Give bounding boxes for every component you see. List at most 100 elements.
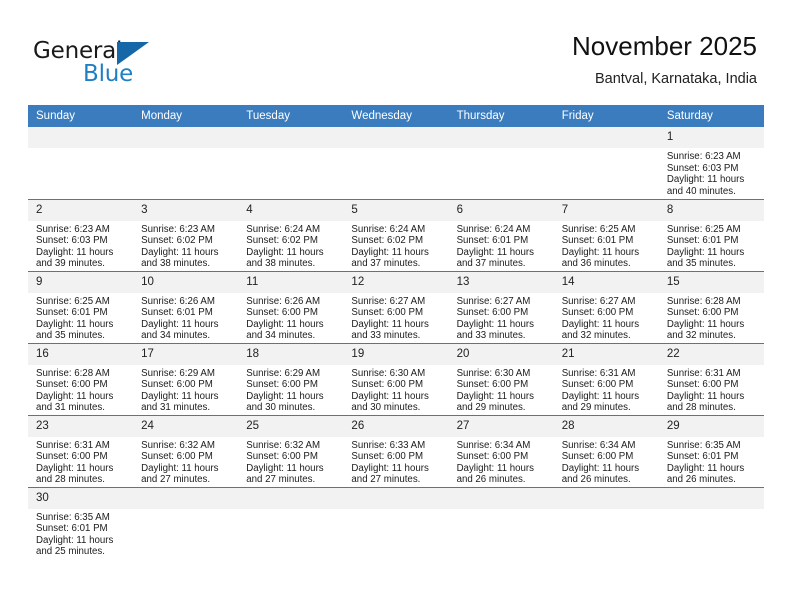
calendar-day-cell[interactable]: 2 Sunrise: 6:23 AM Sunset: 6:03 PM Daylight… xyxy=(28,199,134,272)
day-info-line: Daylight: 11 hours xyxy=(246,246,324,258)
calendar-day-cell[interactable]: 12 Sunrise: 6:27 AM Sunset: 6:00 PM Dayligh… xyxy=(343,271,449,344)
calendar-day-cell[interactable]: 4 Sunrise: 6:24 AM Sunset: 6:02 PM Daylight… xyxy=(238,199,344,272)
day-info-line: and 39 minutes. xyxy=(36,258,105,270)
day-sun-info: Sunrise: 6:29 AM Sunset: 6:00 PM Daylight:… xyxy=(238,365,343,414)
day-number: 3 xyxy=(133,199,239,221)
day-number: 17 xyxy=(133,343,239,365)
day-sun-info: Sunrise: 6:27 AM Sunset: 6:00 PM Daylight:… xyxy=(449,293,554,342)
calendar-day-cell[interactable]: 25 Sunrise: 6:32 AM Sunset: 6:00 PM Dayligh… xyxy=(238,415,344,488)
day-info-line: and 28 minutes. xyxy=(36,474,105,486)
day-sun-info: Sunrise: 6:35 AM Sunset: 6:01 PM Daylight:… xyxy=(28,509,133,558)
day-number: 26 xyxy=(343,415,449,437)
day-info-line: Sunset: 6:00 PM xyxy=(561,307,634,319)
general-blue-logo[interactable]: General Blue xyxy=(33,38,233,90)
day-info-line: Sunrise: 6:27 AM xyxy=(561,295,636,307)
day-info-line: and 35 minutes. xyxy=(36,330,105,342)
calendar-empty-cell xyxy=(133,487,239,559)
day-info-line: Daylight: 11 hours xyxy=(351,318,429,330)
calendar-day-cell[interactable]: 28 Sunrise: 6:34 AM Sunset: 6:00 PM Dayligh… xyxy=(553,415,659,488)
day-info-line: Daylight: 11 hours xyxy=(561,246,640,258)
calendar-day-cell[interactable]: 22 Sunrise: 6:31 AM Sunset: 6:00 PM Dayligh… xyxy=(658,343,764,416)
day-info-line: Sunrise: 6:31 AM xyxy=(561,367,636,379)
day-info-line: Daylight: 11 hours xyxy=(666,318,745,330)
calendar-day-cell[interactable]: 9 Sunrise: 6:25 AM Sunset: 6:01 PM Daylight… xyxy=(28,271,134,344)
day-number: 15 xyxy=(658,271,764,293)
calendar-day-cell[interactable]: 27 Sunrise: 6:34 AM Sunset: 6:00 PM Dayligh… xyxy=(448,415,554,488)
calendar-day-cell[interactable]: 3 Sunrise: 6:23 AM Sunset: 6:02 PM Daylight… xyxy=(133,199,239,272)
day-sun-info: Sunrise: 6:26 AM Sunset: 6:01 PM Daylight:… xyxy=(133,293,238,342)
sunrise-sunset-calendar: Sunday Monday Tuesday Wednesday Thursday… xyxy=(28,105,764,559)
day-sun-info: Sunrise: 6:33 AM Sunset: 6:00 PM Daylight:… xyxy=(343,437,448,486)
calendar-day-cell[interactable]: 26 Sunrise: 6:33 AM Sunset: 6:00 PM Dayligh… xyxy=(343,415,449,488)
weekday-header-monday: Monday xyxy=(133,105,239,127)
calendar-day-cell[interactable]: 10 Sunrise: 6:26 AM Sunset: 6:01 PM Dayligh… xyxy=(133,271,239,344)
calendar-day-cell[interactable]: 15 Sunrise: 6:28 AM Sunset: 6:00 PM Dayligh… xyxy=(658,271,764,344)
day-sun-info: Sunrise: 6:24 AM Sunset: 6:01 PM Daylight:… xyxy=(449,221,554,270)
calendar-day-cell[interactable]: 16 Sunrise: 6:28 AM Sunset: 6:00 PM Dayligh… xyxy=(28,343,134,416)
day-sun-info: Sunrise: 6:23 AM Sunset: 6:03 PM Daylight:… xyxy=(28,221,133,270)
day-sun-info: Sunrise: 6:34 AM Sunset: 6:00 PM Daylight:… xyxy=(449,437,554,486)
calendar-week-row: 23 Sunrise: 6:31 AM Sunset: 6:00 PM Dayligh… xyxy=(28,415,764,488)
calendar-day-cell[interactable]: 24 Sunrise: 6:32 AM Sunset: 6:00 PM Dayligh… xyxy=(133,415,239,488)
calendar-day-cell[interactable]: 18 Sunrise: 6:29 AM Sunset: 6:00 PM Dayligh… xyxy=(238,343,344,416)
day-number xyxy=(448,127,554,148)
day-sun-info: Sunrise: 6:24 AM Sunset: 6:02 PM Daylight:… xyxy=(238,221,343,270)
calendar-week-row: 30 Sunrise: 6:35 AM Sunset: 6:01 PM Dayligh… xyxy=(28,487,764,559)
day-number: 10 xyxy=(133,271,239,293)
calendar-empty-cell xyxy=(343,127,449,200)
calendar-day-cell[interactable]: 11 Sunrise: 6:26 AM Sunset: 6:00 PM Dayligh… xyxy=(238,271,344,344)
calendar-empty-cell xyxy=(553,487,659,559)
day-info-line: Sunrise: 6:28 AM xyxy=(666,295,741,307)
day-info-line: Sunrise: 6:33 AM xyxy=(351,439,426,451)
day-info-line: Sunset: 6:00 PM xyxy=(36,451,108,463)
calendar-day-cell[interactable]: 5 Sunrise: 6:24 AM Sunset: 6:02 PM Daylight… xyxy=(343,199,449,272)
day-info-line: and 33 minutes. xyxy=(351,330,421,342)
calendar-day-cell[interactable]: 8 Sunrise: 6:25 AM Sunset: 6:01 PM Daylight… xyxy=(658,199,764,272)
calendar-empty-cell xyxy=(343,487,449,559)
day-sun-info: Sunrise: 6:25 AM Sunset: 6:01 PM Daylight:… xyxy=(28,293,133,342)
calendar-day-cell[interactable]: 20 Sunrise: 6:30 AM Sunset: 6:00 PM Dayligh… xyxy=(448,343,554,416)
day-info-line: Sunrise: 6:28 AM xyxy=(36,367,110,379)
day-sun-info: Sunrise: 6:31 AM Sunset: 6:00 PM Daylight:… xyxy=(28,437,133,486)
day-sun-info: Sunrise: 6:23 AM Sunset: 6:02 PM Daylight:… xyxy=(133,221,238,270)
day-number: 14 xyxy=(553,271,659,293)
calendar-day-cell[interactable]: 21 Sunrise: 6:31 AM Sunset: 6:00 PM Dayligh… xyxy=(553,343,659,416)
day-info-line: Daylight: 11 hours xyxy=(351,462,429,474)
day-info-line: Daylight: 11 hours xyxy=(36,246,114,258)
calendar-day-cell[interactable]: 7 Sunrise: 6:25 AM Sunset: 6:01 PM Daylight… xyxy=(553,199,659,272)
day-info-line: Sunrise: 6:34 AM xyxy=(456,439,531,451)
day-number: 19 xyxy=(343,343,449,365)
day-number: 6 xyxy=(448,199,554,221)
day-info-line: Sunrise: 6:26 AM xyxy=(246,295,321,307)
day-info-line: and 27 minutes. xyxy=(351,474,421,486)
day-info-line: Sunset: 6:02 PM xyxy=(141,235,213,247)
day-info-line: and 29 minutes. xyxy=(561,402,631,414)
page-title: November 2025 xyxy=(572,31,757,61)
weekday-header-friday: Friday xyxy=(553,105,659,127)
day-info-line: and 36 minutes. xyxy=(561,258,631,270)
calendar-week-row: 9 Sunrise: 6:25 AM Sunset: 6:01 PM Daylight… xyxy=(28,271,764,344)
day-info-line: Daylight: 11 hours xyxy=(246,390,324,402)
calendar-day-cell[interactable]: 29 Sunrise: 6:35 AM Sunset: 6:01 PM Dayligh… xyxy=(658,415,764,488)
calendar-day-cell[interactable]: 19 Sunrise: 6:30 AM Sunset: 6:00 PM Dayligh… xyxy=(343,343,449,416)
day-info-line: Daylight: 11 hours xyxy=(141,462,219,474)
weekday-header-saturday: Saturday xyxy=(658,105,764,127)
page-header: General Blue November 2025 Bantval, Karn… xyxy=(0,0,792,104)
day-info-line: Sunrise: 6:24 AM xyxy=(246,223,321,235)
day-info-line: Sunset: 6:00 PM xyxy=(141,379,213,391)
day-number xyxy=(553,487,659,509)
calendar-day-cell[interactable]: 6 Sunrise: 6:24 AM Sunset: 6:01 PM Daylight… xyxy=(448,199,554,272)
calendar-day-cell[interactable]: 23 Sunrise: 6:31 AM Sunset: 6:00 PM Dayligh… xyxy=(28,415,134,488)
day-info-line: and 33 minutes. xyxy=(456,330,526,342)
calendar-day-cell[interactable]: 30 Sunrise: 6:35 AM Sunset: 6:01 PM Dayligh… xyxy=(28,487,134,559)
calendar-body: 1 Sunrise: 6:23 AM Sunset: 6:03 PM Daylight… xyxy=(28,127,764,559)
calendar-day-cell[interactable]: 13 Sunrise: 6:27 AM Sunset: 6:00 PM Dayligh… xyxy=(448,271,554,344)
day-info-line: Daylight: 11 hours xyxy=(36,390,114,402)
day-info-line: Sunrise: 6:25 AM xyxy=(36,295,110,307)
day-number xyxy=(133,127,239,148)
calendar-day-cell[interactable]: 1 Sunrise: 6:23 AM Sunset: 6:03 PM Daylight… xyxy=(658,127,764,200)
calendar-day-cell[interactable]: 14 Sunrise: 6:27 AM Sunset: 6:00 PM Dayligh… xyxy=(553,271,659,344)
day-sun-info: Sunrise: 6:31 AM Sunset: 6:00 PM Daylight:… xyxy=(554,365,659,414)
day-info-line: Sunset: 6:00 PM xyxy=(351,379,424,391)
calendar-day-cell[interactable]: 17 Sunrise: 6:29 AM Sunset: 6:00 PM Dayligh… xyxy=(133,343,239,416)
